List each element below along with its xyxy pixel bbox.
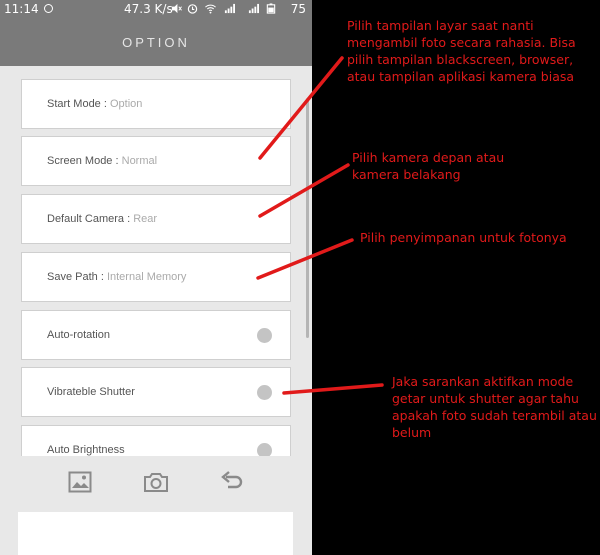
arrow-line [258,163,350,218]
arrow-line [282,383,384,395]
arrow-line [256,238,354,280]
arrow-line [258,56,344,160]
annotation-arrows [256,56,384,395]
